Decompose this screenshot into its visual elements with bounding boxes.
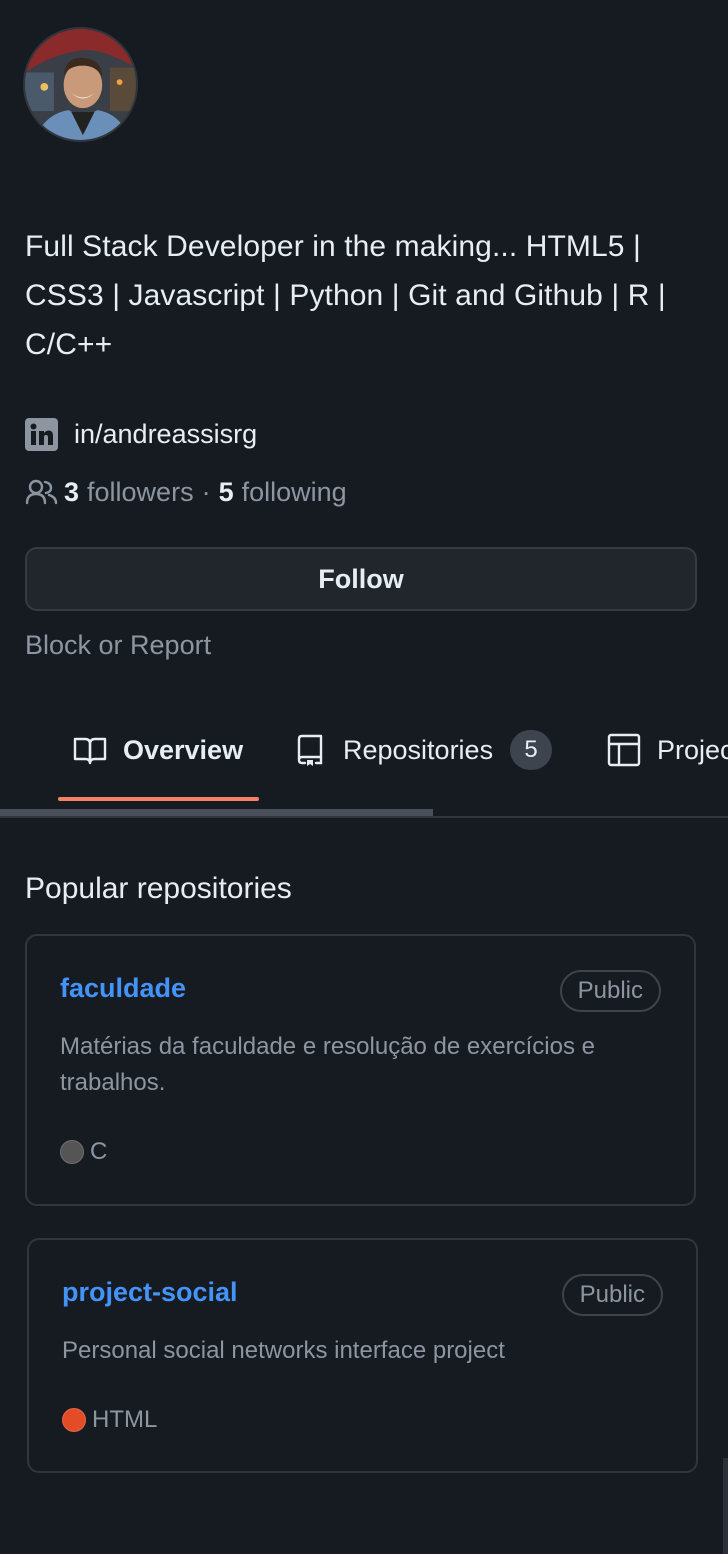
language-name: HTML xyxy=(92,1406,158,1433)
table-icon xyxy=(607,733,641,767)
tabs-scrollbar[interactable] xyxy=(0,809,433,816)
following-label[interactable]: following xyxy=(242,477,347,508)
tab-overview-label: Overview xyxy=(123,734,244,765)
language-color-dot xyxy=(60,1140,84,1164)
avatar[interactable] xyxy=(23,27,138,142)
tab-repositories-label: Repositories xyxy=(343,734,494,765)
repo-language: HTML xyxy=(62,1406,157,1434)
followers-count[interactable]: 3 xyxy=(64,477,79,508)
repo-description: Personal social networks interface proje… xyxy=(62,1337,505,1364)
repo-description: Matérias da faculdade e resolução de exe… xyxy=(60,1033,595,1096)
repo-name-link[interactable]: project-social xyxy=(62,1277,238,1308)
block-report-link[interactable]: Block or Report xyxy=(25,630,211,661)
linkedin-link[interactable]: in/andreassisrg xyxy=(25,414,257,454)
repo-card: faculdade Public Matérias da faculdade e… xyxy=(25,934,696,1206)
popular-repositories-heading: Popular repositories xyxy=(25,872,292,905)
language-color-dot xyxy=(62,1408,86,1432)
tab-repositories[interactable]: Repositories 5 xyxy=(293,730,553,770)
repo-icon xyxy=(297,734,323,766)
selected-tab-underline xyxy=(58,797,259,801)
repo-card: project-social Public Personal social ne… xyxy=(27,1238,698,1473)
repo-language: C xyxy=(60,1138,107,1166)
followers-label[interactable]: followers xyxy=(87,477,194,508)
visibility-badge: Public xyxy=(559,970,661,1012)
visibility-badge: Public xyxy=(561,1274,663,1316)
tab-overview[interactable]: Overview xyxy=(73,730,243,770)
edge-divider xyxy=(723,1458,728,1554)
linkedin-handle: in/andreassisrg xyxy=(74,418,258,449)
avatar-photo xyxy=(25,29,136,140)
profile-bio: Full Stack Developer in the making... HT… xyxy=(25,230,666,361)
repositories-counter: 5 xyxy=(510,730,553,770)
stats-separator: · xyxy=(201,476,211,507)
repo-name-link[interactable]: faculdade xyxy=(60,973,186,1004)
profile-page: Full Stack Developer in the making... HT… xyxy=(0,0,728,1554)
tab-projects[interactable]: Projec xyxy=(607,730,728,770)
people-icon xyxy=(25,479,58,505)
linkedin-icon xyxy=(25,417,58,451)
language-name: C xyxy=(90,1138,108,1165)
book-icon xyxy=(73,737,107,765)
follow-button[interactable]: Follow xyxy=(25,547,697,611)
follow-stats: 3 followers · 5 following xyxy=(25,472,347,512)
profile-tabs: Overview Repositories 5 Projec xyxy=(0,718,728,818)
following-count[interactable]: 5 xyxy=(219,477,234,508)
tab-projects-label: Projec xyxy=(657,734,728,765)
